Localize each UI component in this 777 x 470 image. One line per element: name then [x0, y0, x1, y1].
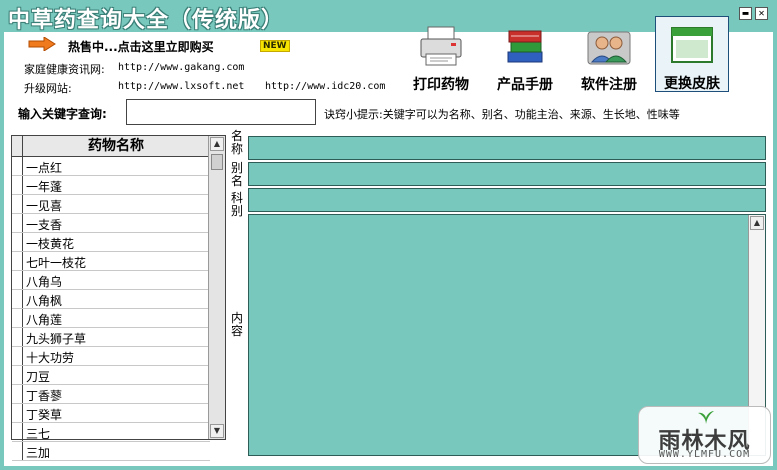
- list-item-label: 八角枫: [26, 294, 63, 308]
- name-field-label: 名称: [230, 129, 243, 156]
- row-selector: [12, 309, 23, 327]
- list-item[interactable]: 刀豆: [12, 366, 210, 385]
- print-drug-button[interactable]: 打印药物: [404, 18, 478, 94]
- watermark-url: WWW.YLMFU.COM: [658, 449, 751, 460]
- users-icon: [587, 31, 631, 65]
- list-item[interactable]: 八角乌: [12, 271, 210, 290]
- row-selector: [12, 195, 23, 213]
- promo-buy-link[interactable]: 热售中...点击这里立即购买: [68, 38, 214, 55]
- drug-list-scrollbar[interactable]: ▲ ▼: [208, 136, 225, 439]
- change-skin-label: 更换皮肤: [664, 76, 720, 92]
- keyword-search-label: 输入关键字查询:: [18, 107, 107, 121]
- name-field[interactable]: [248, 136, 766, 160]
- keyword-search-input[interactable]: [126, 99, 316, 125]
- list-item[interactable]: 十大功劳: [12, 347, 210, 366]
- family-field[interactable]: [248, 188, 766, 212]
- alias-field[interactable]: [248, 162, 766, 186]
- row-selector: [12, 214, 23, 232]
- books-icon: [507, 30, 543, 63]
- list-item-label: 丁癸草: [26, 408, 63, 422]
- list-item-label: 一点红: [26, 161, 63, 175]
- row-selector: [12, 271, 23, 289]
- arrow-right-icon: [28, 37, 56, 51]
- list-item-label: 八角乌: [26, 275, 63, 289]
- upgrade-site-link-2[interactable]: http://www.idc20.com: [265, 81, 385, 92]
- drug-list-rows: 一点红一年蓬一见喜一支香一枝黄花七叶一枝花八角乌八角枫八角莲九头狮子草十大功劳刀…: [12, 157, 210, 461]
- row-selector: [12, 252, 23, 270]
- list-item-label: 丁香蓼: [26, 389, 63, 403]
- alias-field-label: 别名: [230, 161, 243, 188]
- minimize-button[interactable]: ▬: [739, 7, 752, 20]
- upgrade-site-label: 升级网站:: [24, 82, 72, 95]
- row-selector: [12, 328, 23, 346]
- list-item-label: 三加: [26, 446, 51, 460]
- upgrade-site-link-1[interactable]: http://www.lxsoft.net: [118, 81, 244, 92]
- change-skin-button[interactable]: 更换皮肤: [655, 16, 729, 92]
- health-site-label: 家庭健康资讯网:: [24, 63, 105, 76]
- list-item-label: 一年蓬: [26, 180, 63, 194]
- row-selector: [12, 347, 23, 365]
- row-selector: [12, 233, 23, 251]
- list-item-label: 三七: [26, 427, 51, 441]
- print-drug-label: 打印药物: [413, 77, 469, 93]
- list-item-label: 一枝黄花: [26, 237, 75, 251]
- list-item[interactable]: 八角枫: [12, 290, 210, 309]
- list-item[interactable]: 八角莲: [12, 309, 210, 328]
- list-item[interactable]: 三加: [12, 442, 210, 461]
- software-register-button[interactable]: 软件注册: [572, 18, 646, 94]
- printer-icon: [420, 26, 462, 66]
- row-selector: [12, 404, 23, 422]
- software-register-label: 软件注册: [581, 77, 637, 93]
- window-border-left: [0, 32, 4, 470]
- drug-list-header: 药物名称: [12, 136, 210, 157]
- family-field-label: 科别: [230, 191, 243, 218]
- list-item[interactable]: 九头狮子草: [12, 328, 210, 347]
- row-selector: [12, 423, 23, 441]
- list-item-label: 八角莲: [26, 313, 63, 327]
- row-selector: [12, 385, 23, 403]
- list-item[interactable]: 三七: [12, 423, 210, 442]
- list-item[interactable]: 一见喜: [12, 195, 210, 214]
- health-site-link[interactable]: http://www.gakang.com: [118, 62, 244, 73]
- drug-list[interactable]: 药物名称 一点红一年蓬一见喜一支香一枝黄花七叶一枝花八角乌八角枫八角莲九头狮子草…: [11, 135, 226, 461]
- list-item[interactable]: 一年蓬: [12, 176, 210, 195]
- new-badge: NEW: [260, 40, 290, 52]
- search-tip: 诀窍小提示:关键字可以为名称、别名、功能主治、来源、生长地、性味等: [324, 108, 680, 121]
- window-border-bottom: [0, 466, 777, 470]
- list-item[interactable]: 七叶一枝花: [12, 252, 210, 271]
- scroll-up-button[interactable]: ▲: [210, 137, 224, 151]
- content-field-label: 内容: [230, 311, 243, 338]
- list-item[interactable]: 一枝黄花: [12, 233, 210, 252]
- scroll-down-button[interactable]: ▼: [210, 424, 224, 438]
- list-item[interactable]: 一支香: [12, 214, 210, 233]
- scroll-thumb[interactable]: [211, 154, 223, 170]
- row-selector: [12, 442, 23, 460]
- row-selector: [12, 157, 23, 175]
- list-item[interactable]: 一点红: [12, 157, 210, 176]
- row-selector: [12, 290, 23, 308]
- list-item-label: 九头狮子草: [26, 332, 87, 346]
- content-scroll-up-button[interactable]: ▲: [750, 216, 764, 230]
- list-item-label: 刀豆: [26, 370, 51, 384]
- list-item[interactable]: 丁香蓼: [12, 385, 210, 404]
- list-item-label: 七叶一枝花: [26, 256, 87, 270]
- list-item-label: 十大功劳: [26, 351, 75, 365]
- list-item-label: 一见喜: [26, 199, 63, 213]
- list-item-label: 一支香: [26, 218, 63, 232]
- watermark-logo: 雨林木风 WWW.YLMFU.COM: [638, 406, 771, 464]
- window-border-right: [773, 32, 777, 470]
- row-selector: [12, 366, 23, 384]
- app-title: 中草药查询大全（传统版）: [8, 8, 285, 33]
- close-button[interactable]: ✕: [755, 7, 768, 20]
- product-manual-label: 产品手册: [497, 77, 553, 93]
- list-item[interactable]: 丁癸草: [12, 404, 210, 423]
- window-icon: [671, 27, 713, 63]
- product-manual-button[interactable]: 产品手册: [488, 18, 562, 94]
- drug-list-title: 药物名称: [88, 138, 144, 154]
- row-selector: [12, 176, 23, 194]
